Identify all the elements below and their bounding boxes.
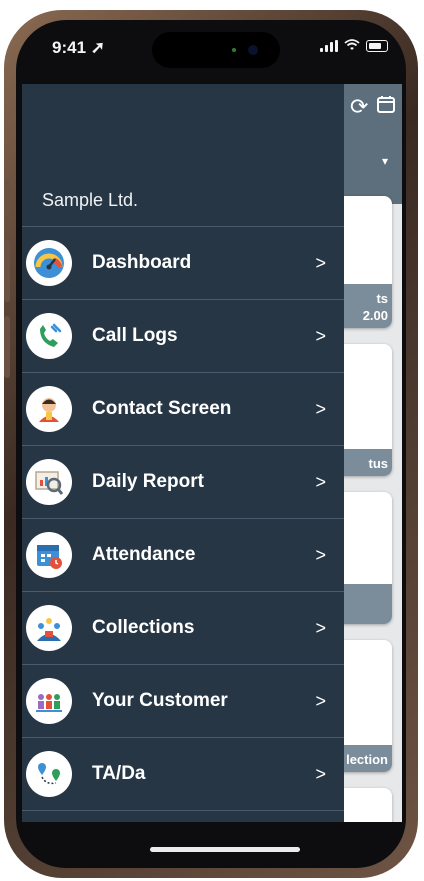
dynamic-island [152,32,280,68]
phone-call-icon [26,313,72,359]
menu-item-daily-report[interactable]: Daily Report > [22,445,344,518]
menu-item-your-customer[interactable]: Your Customer > [22,664,344,737]
calendar-icon[interactable] [376,94,396,120]
menu-item-label: Your Customer [92,690,228,711]
calendar-clock-icon [26,532,72,578]
menu-item-label: Call Logs [92,325,178,346]
menu-item-call-logs[interactable]: Call Logs > [22,299,344,372]
chevron-right-icon: > [315,471,326,492]
collections-people-icon [26,605,72,651]
menu-item-contact-screen[interactable]: Contact Screen > [22,372,344,445]
phone-frame: 9:41 ➚ ⟳ ▾ ts 2.00 tus lection Sample Lt… [4,10,418,878]
chevron-right-icon: > [315,763,326,784]
chevron-right-icon: > [315,252,326,273]
refresh-icon[interactable]: ⟳ [350,94,368,120]
chevron-right-icon: > [315,617,326,638]
chevron-right-icon: > [315,398,326,419]
menu-item-label: Dashboard [92,252,192,273]
chevron-right-icon: > [315,325,326,346]
menu-item-label: Daily Report [92,471,204,492]
cellular-signal-icon [320,40,338,52]
volume-down-button [4,316,10,378]
app-screen: ⟳ ▾ ts 2.00 tus lection Sample Ltd. Dash… [22,84,402,822]
dashboard-gauge-icon [26,240,72,286]
menu-item-label: TA/Da [92,763,146,784]
menu-item-attendance[interactable]: Attendance > [22,518,344,591]
chevron-down-icon[interactable]: ▾ [382,154,388,168]
drawer-menu: Dashboard > Call Logs > Contact Screen > [22,226,344,811]
menu-item-label: Attendance [92,544,196,565]
customers-group-icon [26,678,72,724]
menu-item-dashboard[interactable]: Dashboard > [22,226,344,299]
report-magnifier-icon [26,459,72,505]
silent-switch [4,180,10,216]
menu-item-label: Contact Screen [92,398,232,419]
location-arrow-icon: ➚ [90,38,106,57]
status-time: 9:41 ➚ [52,38,106,57]
contact-person-icon [26,386,72,432]
chevron-right-icon: > [315,690,326,711]
travel-route-icon [26,751,72,797]
battery-icon [366,40,388,52]
wifi-icon [344,38,360,54]
volume-up-button [4,240,10,302]
navigation-drawer: Sample Ltd. Dashboard > Call Logs > Cont… [22,84,344,822]
menu-item-label: Collections [92,617,195,638]
system-status-icons [320,38,388,54]
home-indicator[interactable] [150,847,300,852]
chevron-right-icon: > [315,544,326,565]
menu-item-collections[interactable]: Collections > [22,591,344,664]
menu-item-ta-da[interactable]: TA/Da > [22,737,344,811]
company-name: Sample Ltd. [42,190,139,210]
